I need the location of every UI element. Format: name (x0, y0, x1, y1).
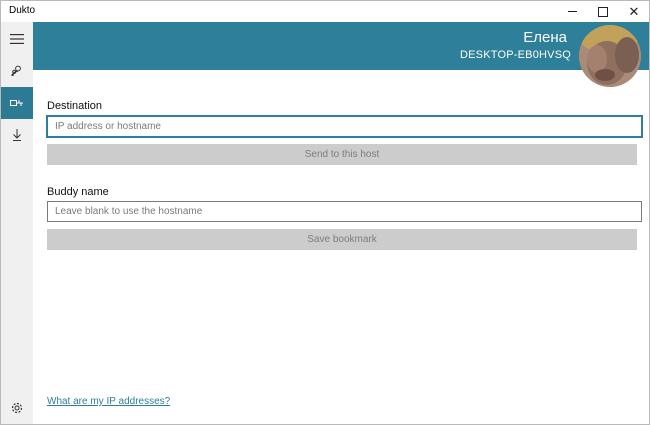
app-title: Dukto (9, 5, 36, 16)
send-ip-icon (10, 100, 23, 106)
host-name: DESKTOP-EB0HVSQ (460, 49, 571, 61)
sidebar-item-buddies[interactable] (1, 55, 33, 87)
avatar[interactable] (579, 25, 641, 87)
destination-input[interactable]: IP address or hostname (46, 115, 643, 138)
sidebar-item-send-ip[interactable] (1, 87, 33, 119)
buddy-name-placeholder: Leave blank to use the hostname (55, 206, 203, 217)
sidebar-item-settings[interactable] (1, 392, 33, 424)
close-button[interactable]: ✕ (620, 1, 648, 22)
buddy-name-label: Buddy name (47, 186, 109, 198)
avatar-image (579, 25, 641, 87)
profile-header: Елена DESKTOP-EB0HVSQ (33, 22, 649, 70)
buddy-name-input[interactable]: Leave blank to use the hostname (47, 201, 642, 222)
app-window: Dukto ✕ Елена DESKTOP-EB0HVSQ Destinatio… (0, 0, 650, 425)
minimize-button[interactable] (558, 1, 586, 22)
send-to-host-button[interactable]: Send to this host (47, 144, 637, 165)
buddies-icon (11, 65, 21, 77)
hamburger-icon (10, 34, 24, 44)
sidebar (1, 22, 33, 424)
download-icon (13, 129, 21, 141)
sidebar-item-received[interactable] (1, 119, 33, 151)
user-name: Елена (523, 29, 567, 46)
send-to-host-label: Send to this host (304, 149, 380, 160)
save-bookmark-button[interactable]: Save bookmark (47, 229, 637, 250)
ip-addresses-link[interactable]: What are my IP addresses? (47, 396, 170, 407)
close-icon: ✕ (628, 4, 640, 19)
save-bookmark-label: Save bookmark (307, 234, 377, 245)
destination-label: Destination (47, 100, 103, 112)
menu-button[interactable] (1, 23, 33, 55)
maximize-icon (598, 6, 608, 17)
destination-placeholder: IP address or hostname (55, 121, 161, 132)
maximize-button[interactable] (589, 1, 617, 22)
settings-icon (11, 402, 23, 414)
minimize-icon (567, 11, 577, 12)
title-bar[interactable]: Dukto ✕ (1, 1, 649, 22)
